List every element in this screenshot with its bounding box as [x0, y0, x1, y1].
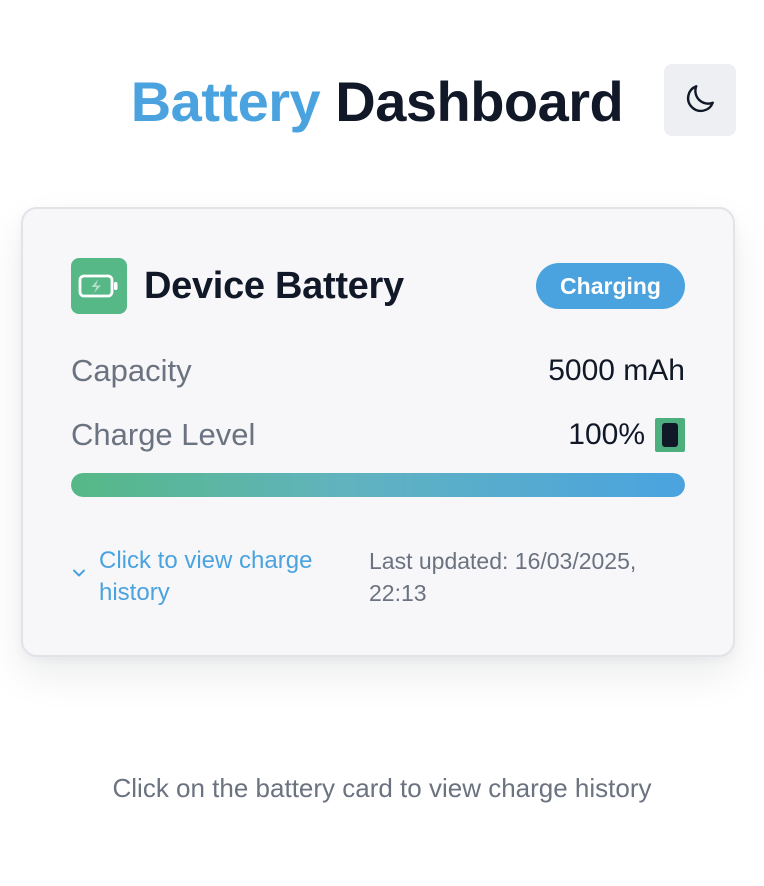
- device-info: Device Battery: [71, 258, 404, 314]
- battery-charging-icon: [71, 258, 127, 314]
- charge-level-label: Charge Level: [71, 417, 256, 452]
- last-updated-text: Last updated: 16/03/2025, 22:13: [369, 548, 637, 606]
- capacity-row: Capacity 5000 mAh: [71, 351, 685, 391]
- view-charge-history-link[interactable]: Click to view charge history: [71, 545, 351, 609]
- battery-icon: [655, 418, 685, 452]
- card-footer: Click to view charge history Last update…: [71, 545, 685, 609]
- hint-text: Click on the battery card to view charge…: [112, 773, 652, 803]
- page-title-rest: Dashboard: [335, 70, 624, 133]
- theme-toggle-button[interactable]: [664, 64, 736, 136]
- moon-icon: [682, 81, 718, 120]
- status-badge: Charging: [536, 263, 685, 309]
- capacity-label: Capacity: [71, 353, 192, 388]
- battery-dashboard-page: Battery Dashboard Device Battery Chargin…: [0, 0, 764, 886]
- charge-level-value-group: 100%: [568, 418, 685, 452]
- chevron-down-icon: [71, 565, 87, 583]
- charge-progress-fill: [71, 473, 685, 497]
- view-charge-history-text: Click to view charge history: [99, 547, 313, 606]
- battery-card[interactable]: Device Battery Charging Capacity 5000 mA…: [21, 207, 735, 657]
- page-title: Battery Dashboard: [0, 68, 764, 136]
- charge-progress-bar: [71, 473, 685, 497]
- device-name: Device Battery: [144, 264, 404, 307]
- charge-level-row: Charge Level 100%: [71, 415, 685, 455]
- capacity-value: 5000 mAh: [548, 354, 685, 387]
- card-header: Device Battery Charging: [71, 257, 685, 315]
- page-title-accent: Battery: [130, 70, 321, 133]
- charge-level-value: 100%: [568, 418, 645, 451]
